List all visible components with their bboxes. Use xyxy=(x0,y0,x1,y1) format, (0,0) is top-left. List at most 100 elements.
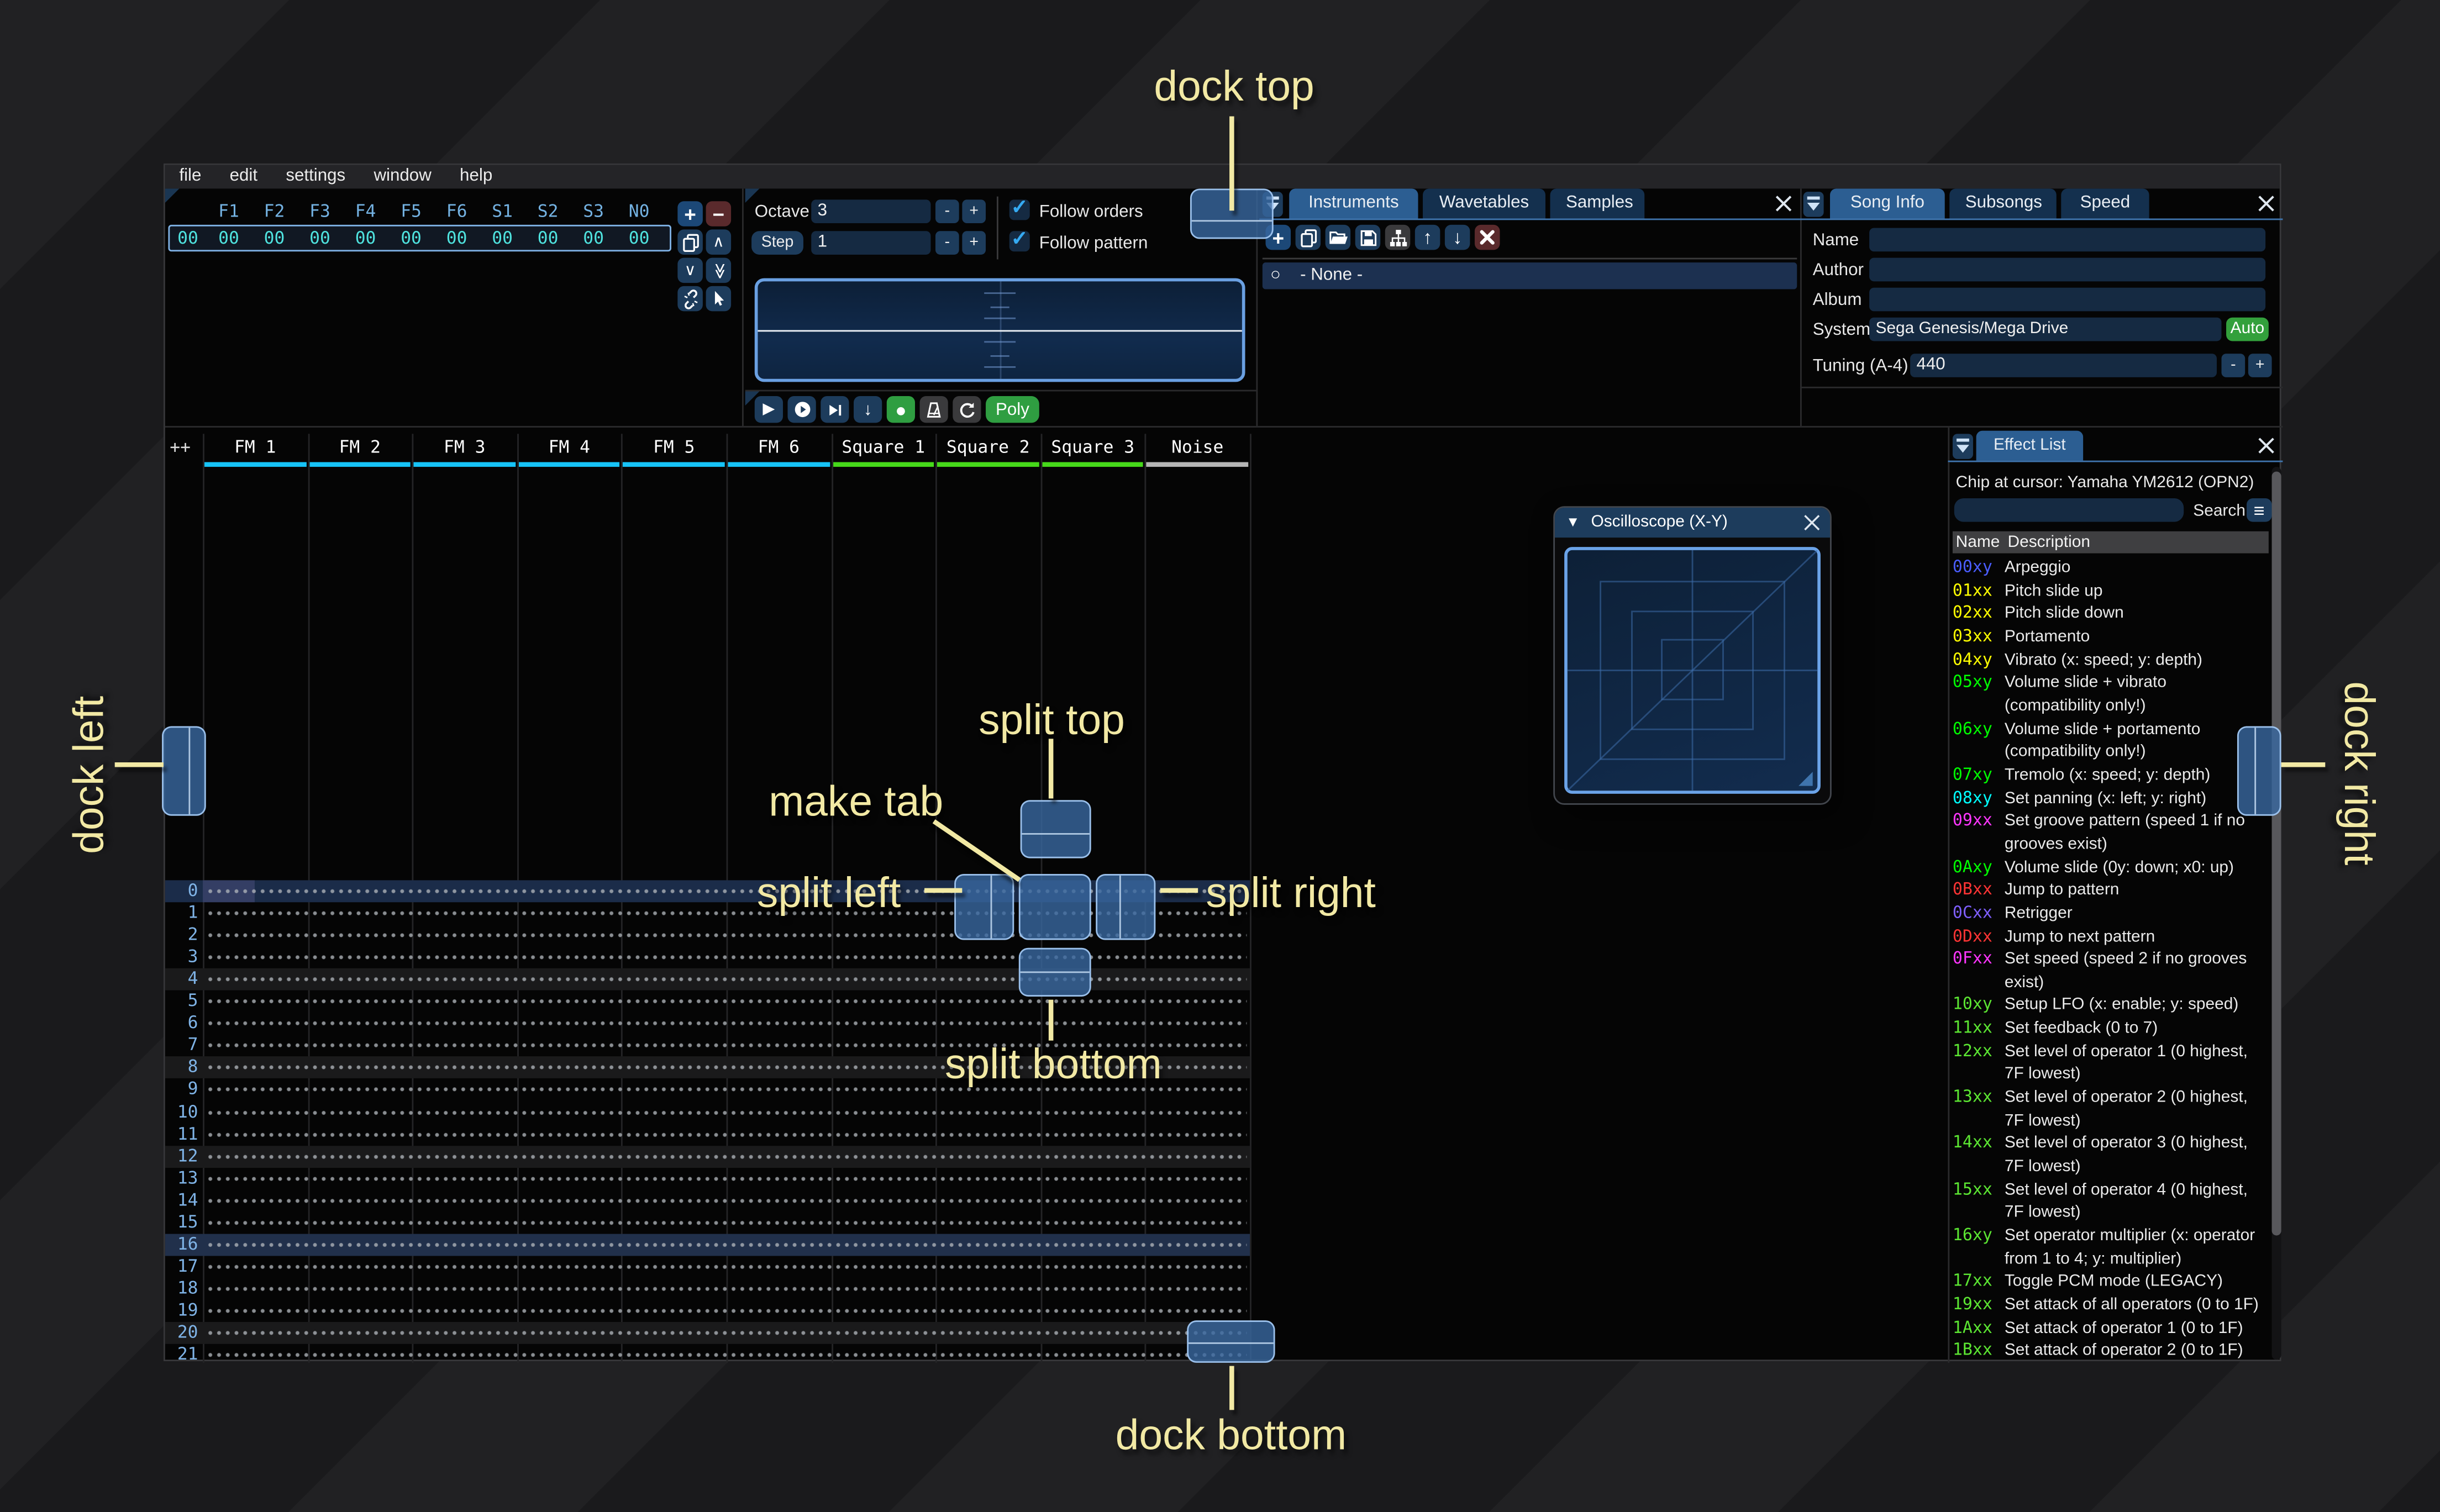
effect-row[interactable]: 04xyVibrato (x: speed; y: depth) xyxy=(1953,649,2267,672)
order-down-button[interactable]: ∨ xyxy=(677,258,703,283)
channel-header[interactable]: Square 3 xyxy=(1040,437,1145,457)
pattern-row[interactable]: 12 xyxy=(165,1145,1250,1167)
play-pattern-button[interactable] xyxy=(788,396,816,423)
effect-row[interactable]: 16xySet operator multiplier (x: operator… xyxy=(1953,1225,2267,1271)
effect-row[interactable]: 02xxPitch slide down xyxy=(1953,603,2267,626)
order-cell[interactable]: 00 xyxy=(388,228,434,249)
order-edit-mode-button[interactable] xyxy=(706,286,732,312)
album-input[interactable] xyxy=(1869,288,2265,312)
effect-row[interactable]: 15xxSet level of operator 4 (0 highest, … xyxy=(1953,1178,2267,1224)
play-one-row-button[interactable] xyxy=(821,396,849,423)
auto-system-button[interactable]: Auto xyxy=(2226,318,2269,341)
menu-item-window[interactable]: window xyxy=(360,165,446,189)
order-cell[interactable]: 00 xyxy=(251,228,297,249)
effect-row[interactable]: 0BxxJump to pattern xyxy=(1953,879,2267,902)
tab-samples[interactable]: Samples xyxy=(1550,188,1645,218)
tab-list-button[interactable] xyxy=(1803,192,1824,217)
pattern-row[interactable]: 19 xyxy=(165,1300,1250,1322)
metronome-button[interactable] xyxy=(920,396,948,423)
channel-header[interactable]: FM 1 xyxy=(203,437,307,457)
split-bottom-target[interactable] xyxy=(1019,948,1091,997)
octave-input[interactable]: 3 xyxy=(811,199,930,223)
author-input[interactable] xyxy=(1869,258,2265,282)
instrument-down-button[interactable]: ↓ xyxy=(1445,225,1470,250)
effect-row[interactable]: 12xxSet level of operator 1 (0 highest, … xyxy=(1953,1040,2267,1086)
effect-row[interactable]: 14xxSet level of operator 3 (0 highest, … xyxy=(1953,1132,2267,1178)
effect-row[interactable]: 03xxPortamento xyxy=(1953,625,2267,649)
pattern-row[interactable]: 10 xyxy=(165,1101,1250,1123)
step-dec-button[interactable]: - xyxy=(935,231,959,255)
menu-item-edit[interactable]: edit xyxy=(215,165,272,189)
order-cell[interactable]: 00 xyxy=(343,228,388,249)
effect-row[interactable]: 0FxxSet speed (speed 2 if no grooves exi… xyxy=(1953,948,2267,994)
tab-speed[interactable]: Speed xyxy=(2061,188,2149,218)
pattern-row[interactable]: 6 xyxy=(165,1013,1250,1035)
effect-row[interactable]: 0CxxRetrigger xyxy=(1953,902,2267,925)
order-cell[interactable]: 00 xyxy=(525,228,571,249)
order-cell[interactable]: 00 xyxy=(206,228,252,249)
instrument-delete-button[interactable] xyxy=(1475,225,1500,250)
instrument-save-button[interactable] xyxy=(1355,225,1381,250)
channel-header[interactable]: FM 3 xyxy=(412,437,517,457)
effect-row[interactable]: 09xxSet groove pattern (speed 1 if no gr… xyxy=(1953,810,2267,856)
make-tab-target[interactable] xyxy=(1019,874,1091,940)
tab-song-info[interactable]: Song Info xyxy=(1830,188,1945,218)
repeat-pattern-button[interactable] xyxy=(953,396,981,423)
play-button[interactable]: ▶ xyxy=(755,396,783,423)
scrollbar-thumb[interactable] xyxy=(2272,472,2281,1236)
channel-header[interactable]: FM 2 xyxy=(308,437,412,457)
tab-wavetables[interactable]: Wavetables xyxy=(1423,188,1545,218)
tab-instruments[interactable]: Instruments xyxy=(1289,188,1418,218)
close-icon[interactable] xyxy=(2258,437,2275,454)
menu-item-help[interactable]: help xyxy=(445,165,506,189)
pattern-row[interactable]: 20 xyxy=(165,1322,1250,1344)
pattern-row[interactable]: 17 xyxy=(165,1256,1250,1278)
step-inc-button[interactable]: + xyxy=(962,231,986,255)
split-top-target[interactable] xyxy=(1021,800,1091,858)
order-add-button[interactable]: + xyxy=(677,201,703,226)
orders-row[interactable]: 0000000000000000000000 xyxy=(168,225,671,251)
tab-subsongs[interactable]: Subsongs xyxy=(1949,188,2056,218)
pattern-row[interactable]: 13 xyxy=(165,1167,1250,1189)
menu-item-settings[interactable]: settings xyxy=(272,165,360,189)
effect-row[interactable]: 10xySetup LFO (x: enable; y: speed) xyxy=(1953,994,2267,1018)
effect-row[interactable]: 00xyArpeggio xyxy=(1953,556,2267,579)
poly-toggle-button[interactable]: Poly xyxy=(986,396,1039,423)
order-duplicate-button[interactable] xyxy=(677,229,703,255)
pattern-row[interactable]: 14 xyxy=(165,1189,1250,1211)
tuning-dec-button[interactable]: - xyxy=(2221,354,2245,377)
tuning-inc-button[interactable]: + xyxy=(2248,354,2272,377)
effect-row[interactable]: 0AxyVolume slide (0y: down; x0: up) xyxy=(1953,856,2267,879)
edit-record-toggle[interactable]: ● xyxy=(887,396,915,423)
split-left-target[interactable] xyxy=(954,874,1014,940)
effect-row[interactable]: 1BxxSet attack of operator 2 (0 to 1F) xyxy=(1953,1340,2267,1363)
order-double-down-button[interactable]: ≫ xyxy=(706,258,732,283)
effect-list-menu-button[interactable]: ≡ xyxy=(2247,498,2272,522)
oscilloscope-xy-window[interactable]: ▼ Oscilloscope (X-Y) xyxy=(1553,506,1832,805)
effect-row[interactable]: 1AxxSet attack of operator 1 (0 to 1F) xyxy=(1953,1316,2267,1340)
effect-row[interactable]: 07xyTremolo (x: speed; y: depth) xyxy=(1953,764,2267,787)
pattern-expand-corner[interactable]: ++ xyxy=(170,437,191,457)
order-remove-button[interactable]: − xyxy=(706,201,732,226)
close-icon[interactable] xyxy=(1775,195,1792,212)
pattern-row[interactable]: 11 xyxy=(165,1123,1250,1145)
effect-row[interactable]: 01xxPitch slide up xyxy=(1953,579,2267,603)
instrument-up-button[interactable]: ↑ xyxy=(1415,225,1440,250)
order-up-button[interactable]: ∧ xyxy=(706,229,732,255)
follow-pattern-checkbox[interactable]: ✓ xyxy=(1009,231,1030,251)
pattern-row[interactable]: 16 xyxy=(165,1234,1250,1256)
dock-right-target[interactable] xyxy=(2237,726,2281,816)
channel-header[interactable]: Square 2 xyxy=(936,437,1040,457)
channel-header[interactable]: Square 1 xyxy=(831,437,935,457)
order-unlink-button[interactable] xyxy=(677,286,703,312)
order-cell[interactable]: 00 xyxy=(480,228,525,249)
order-cell[interactable]: 00 xyxy=(571,228,617,249)
tuning-input[interactable]: 440 xyxy=(1910,354,2217,377)
channel-header[interactable]: FM 4 xyxy=(517,437,622,457)
order-cell[interactable]: 00 xyxy=(616,228,662,249)
pattern-row[interactable]: 15 xyxy=(165,1211,1250,1234)
channel-header[interactable]: FM 6 xyxy=(727,437,831,457)
split-right-target[interactable] xyxy=(1096,874,1155,940)
collapse-icon[interactable]: ▼ xyxy=(1566,508,1580,538)
tab-effect-list[interactable]: Effect List xyxy=(1976,431,2083,461)
